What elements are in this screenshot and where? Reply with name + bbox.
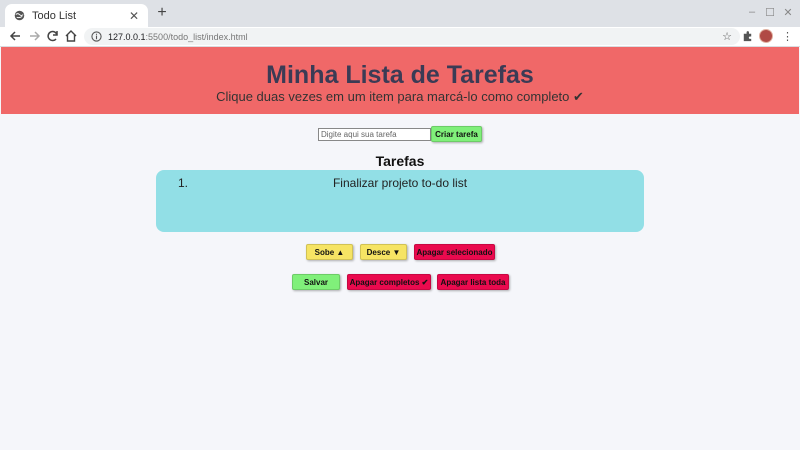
url-path: :5500/todo_list/index.html (145, 31, 248, 42)
browser-tab[interactable]: Todo List ✕ (5, 4, 148, 27)
reload-icon[interactable] (46, 29, 60, 43)
tab-title: Todo List (32, 9, 77, 22)
close-tab-icon[interactable]: ✕ (126, 9, 142, 23)
page: Minha Lista de Tarefas Clique duas vezes… (0, 47, 800, 450)
site-info-icon[interactable] (91, 31, 102, 42)
delete-completed-button[interactable]: Apagar completos ✔ (347, 274, 431, 290)
delete-all-button[interactable]: Apagar lista toda (437, 274, 509, 290)
globe-icon (14, 10, 25, 21)
move-up-button[interactable]: Sobe ▲ (306, 244, 353, 260)
new-tab-button[interactable]: + (154, 5, 170, 21)
extensions-puzzle-icon[interactable] (741, 30, 754, 43)
forward-icon[interactable] (28, 29, 42, 43)
task-input[interactable] (318, 128, 431, 141)
address-bar[interactable]: 127.0.0.1:5500/todo_list/index.html ☆ (84, 28, 740, 45)
move-down-button[interactable]: Desce ▼ (360, 244, 407, 260)
page-subtitle: Clique duas vezes em um item para marcá-… (216, 89, 584, 104)
close-window-icon[interactable]: ✕ (781, 6, 795, 19)
maximize-icon[interactable]: ☐ (763, 6, 777, 19)
minimize-icon[interactable]: – (745, 6, 759, 18)
browser-tab-strip: Todo List ✕ + – ☐ ✕ (0, 0, 800, 27)
create-task-button[interactable]: Criar tarefa (431, 126, 482, 142)
url-host: 127.0.0.1 (108, 31, 146, 42)
save-button[interactable]: Salvar (292, 274, 340, 290)
list-item-number: 1. (178, 176, 189, 190)
task-list-title: Tarefas (375, 153, 425, 169)
new-task-form: Criar tarefa (0, 126, 800, 142)
page-header: Minha Lista de Tarefas Clique duas vezes… (1, 47, 799, 114)
bookmark-star-icon[interactable]: ☆ (722, 30, 732, 43)
delete-selected-button[interactable]: Apagar selecionado (414, 244, 495, 260)
browser-toolbar: 127.0.0.1:5500/todo_list/index.html ☆ (0, 27, 800, 47)
profile-avatar[interactable] (759, 29, 773, 43)
browser-menu-icon[interactable]: ⋮ (782, 30, 793, 43)
list-item-text: Finalizar projeto to-do list (332, 176, 468, 190)
task-list: Finalizar projeto to-do list 1. (156, 170, 644, 232)
page-title: Minha Lista de Tarefas (266, 61, 534, 89)
home-icon[interactable] (64, 29, 78, 43)
back-icon[interactable] (8, 29, 22, 43)
url-text: 127.0.0.1:5500/todo_list/index.html (108, 32, 722, 42)
